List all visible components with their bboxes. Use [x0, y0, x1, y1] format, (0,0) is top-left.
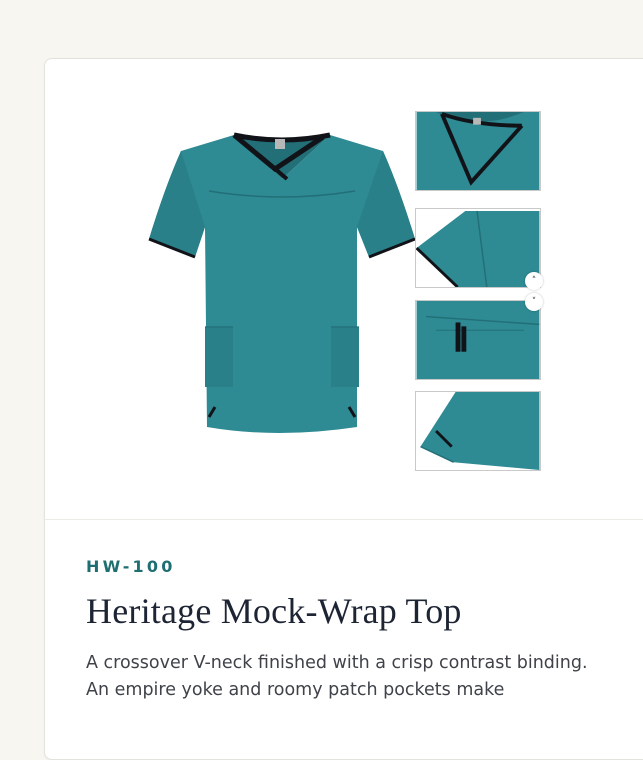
- thumbnail-hem[interactable]: [415, 391, 541, 471]
- main-product-image: [148, 132, 416, 433]
- thumbnail-scroll-down-button[interactable]: ˅: [525, 293, 543, 311]
- product-sku: HW-100: [86, 557, 176, 576]
- thumbnail-sleeve[interactable]: [415, 208, 541, 288]
- thumbnail-pocket[interactable]: [415, 300, 541, 380]
- pocket-detail-image: [416, 301, 540, 379]
- product-description: A crossover V-neck finished with a crisp…: [86, 653, 588, 700]
- product-gallery: ˄ ˅: [45, 59, 643, 520]
- thumbnail-neckline[interactable]: [415, 111, 541, 191]
- product-info: HW-100 Heritage Mock-Wrap Top A crossove…: [86, 557, 626, 704]
- sleeve-detail-image: [416, 209, 540, 287]
- product-card: ˄ ˅ HW-100 Heritage Mock-Wrap Top A cros…: [44, 58, 643, 760]
- thumbnail-scroll-up-button[interactable]: ˄: [525, 272, 543, 290]
- chevron-down-icon: ˅: [531, 297, 537, 307]
- neckline-detail-image: [416, 112, 540, 190]
- hem-detail-image: [416, 392, 540, 470]
- product-title: Heritage Mock-Wrap Top: [86, 591, 462, 631]
- chevron-up-icon: ˄: [531, 276, 537, 286]
